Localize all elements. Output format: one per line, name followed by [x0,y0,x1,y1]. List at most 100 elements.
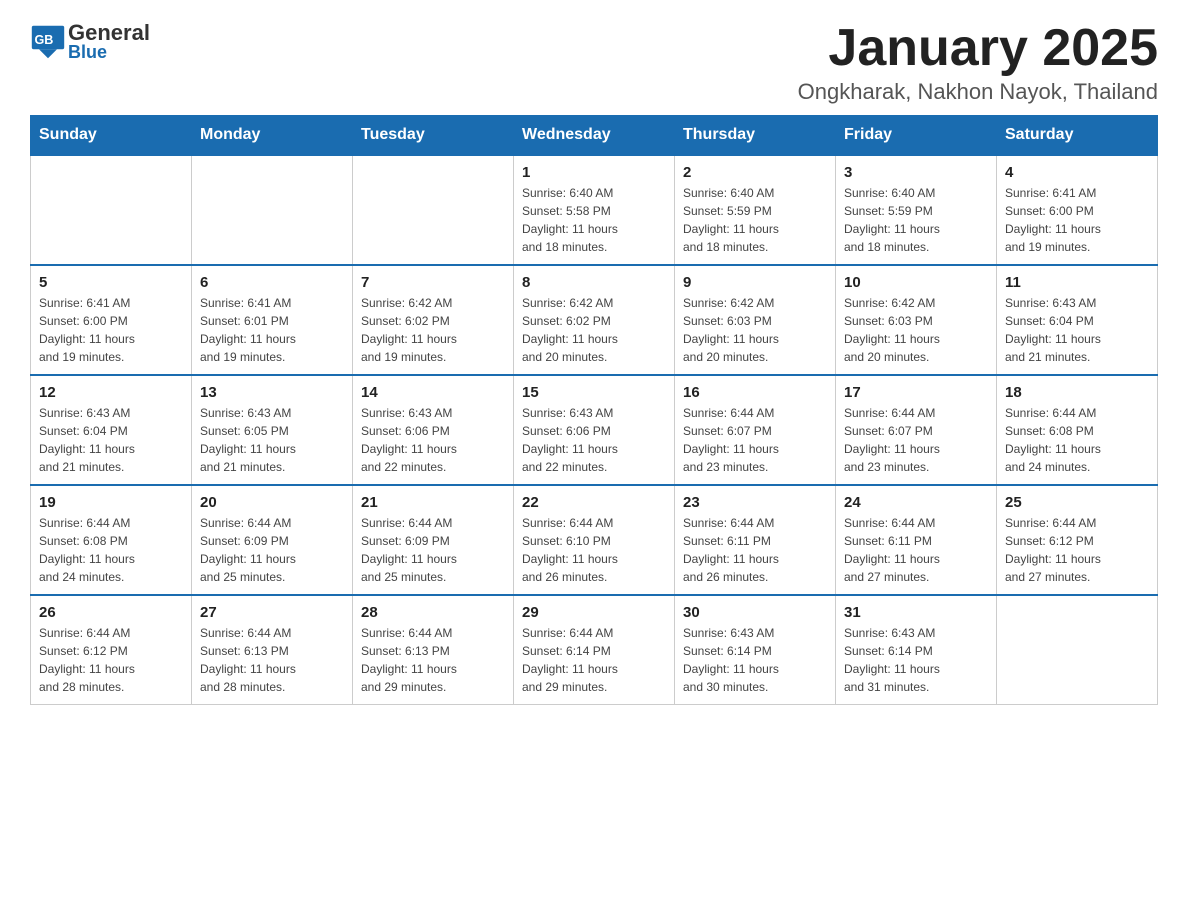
day-info: Sunrise: 6:44 AMSunset: 6:13 PMDaylight:… [361,624,505,696]
day-number: 10 [844,274,988,291]
calendar-week-2: 5 Sunrise: 6:41 AMSunset: 6:00 PMDaylight… [31,265,1158,375]
calendar-week-4: 19 Sunrise: 6:44 AMSunset: 6:08 PMDayligh… [31,485,1158,595]
day-number: 11 [1005,274,1149,291]
day-number: 14 [361,384,505,401]
weekday-header-wednesday: Wednesday [514,116,675,156]
day-info: Sunrise: 6:44 AMSunset: 6:11 PMDaylight:… [844,514,988,586]
calendar-cell: 10 Sunrise: 6:42 AMSunset: 6:03 PMDayligh… [836,265,997,375]
calendar-cell: 23 Sunrise: 6:44 AMSunset: 6:11 PMDayligh… [675,485,836,595]
calendar-cell: 17 Sunrise: 6:44 AMSunset: 6:07 PMDayligh… [836,375,997,485]
calendar-cell: 14 Sunrise: 6:43 AMSunset: 6:06 PMDayligh… [353,375,514,485]
calendar-cell [31,155,192,265]
calendar-week-5: 26 Sunrise: 6:44 AMSunset: 6:12 PMDayligh… [31,595,1158,705]
day-info: Sunrise: 6:42 AMSunset: 6:03 PMDaylight:… [683,294,827,366]
calendar-cell: 13 Sunrise: 6:43 AMSunset: 6:05 PMDayligh… [192,375,353,485]
day-number: 4 [1005,164,1149,181]
day-info: Sunrise: 6:43 AMSunset: 6:04 PMDaylight:… [39,404,183,476]
calendar-week-3: 12Sunrise: 6:43 AMSunset: 6:04 PMDayligh… [31,375,1158,485]
day-number: 17 [844,384,988,401]
day-info: Sunrise: 6:43 AMSunset: 6:05 PMDaylight:… [200,404,344,476]
day-info: Sunrise: 6:44 AMSunset: 6:09 PMDaylight:… [200,514,344,586]
day-info: Sunrise: 6:43 AMSunset: 6:06 PMDaylight:… [361,404,505,476]
calendar-cell: 26 Sunrise: 6:44 AMSunset: 6:12 PMDayligh… [31,595,192,705]
calendar-cell: 6 Sunrise: 6:41 AMSunset: 6:01 PMDaylight… [192,265,353,375]
svg-text:GB: GB [35,32,54,46]
day-info: Sunrise: 6:44 AMSunset: 6:13 PMDaylight:… [200,624,344,696]
day-number: 2 [683,164,827,181]
day-info: Sunrise: 6:41 AMSunset: 6:01 PMDaylight:… [200,294,344,366]
day-info: Sunrise: 6:43 AMSunset: 6:14 PMDaylight:… [683,624,827,696]
calendar-cell: 9 Sunrise: 6:42 AMSunset: 6:03 PMDaylight… [675,265,836,375]
day-number: 25 [1005,494,1149,511]
weekday-header-saturday: Saturday [997,116,1158,156]
calendar-cell: 24Sunrise: 6:44 AMSunset: 6:11 PMDayligh… [836,485,997,595]
month-title: January 2025 [798,20,1158,77]
day-number: 3 [844,164,988,181]
day-number: 31 [844,604,988,621]
day-number: 6 [200,274,344,291]
weekday-header-tuesday: Tuesday [353,116,514,156]
calendar-cell: 3 Sunrise: 6:40 AMSunset: 5:59 PMDaylight… [836,155,997,265]
page-header: GB General Blue January 2025 Ongkharak, … [30,20,1158,105]
day-info: Sunrise: 6:40 AMSunset: 5:59 PMDaylight:… [683,184,827,256]
day-number: 21 [361,494,505,511]
calendar-cell: 8 Sunrise: 6:42 AMSunset: 6:02 PMDaylight… [514,265,675,375]
day-info: Sunrise: 6:44 AMSunset: 6:10 PMDaylight:… [522,514,666,586]
day-number: 30 [683,604,827,621]
day-number: 13 [200,384,344,401]
day-info: Sunrise: 6:41 AMSunset: 6:00 PMDaylight:… [39,294,183,366]
day-info: Sunrise: 6:44 AMSunset: 6:11 PMDaylight:… [683,514,827,586]
calendar-cell: 29 Sunrise: 6:44 AMSunset: 6:14 PMDayligh… [514,595,675,705]
day-info: Sunrise: 6:42 AMSunset: 6:02 PMDaylight:… [522,294,666,366]
calendar-cell [353,155,514,265]
day-number: 23 [683,494,827,511]
day-number: 20 [200,494,344,511]
day-info: Sunrise: 6:44 AMSunset: 6:07 PMDaylight:… [683,404,827,476]
calendar-cell: 30 Sunrise: 6:43 AMSunset: 6:14 PMDayligh… [675,595,836,705]
day-number: 9 [683,274,827,291]
calendar-week-1: 1 Sunrise: 6:40 AMSunset: 5:58 PMDaylight… [31,155,1158,265]
day-number: 19 [39,494,183,511]
calendar-cell: 7Sunrise: 6:42 AMSunset: 6:02 PMDaylight… [353,265,514,375]
location-title: Ongkharak, Nakhon Nayok, Thailand [798,79,1158,105]
calendar-cell: 28 Sunrise: 6:44 AMSunset: 6:13 PMDayligh… [353,595,514,705]
calendar-cell: 15Sunrise: 6:43 AMSunset: 6:06 PMDayligh… [514,375,675,485]
day-info: Sunrise: 6:44 AMSunset: 6:08 PMDaylight:… [39,514,183,586]
calendar-cell: 4 Sunrise: 6:41 AMSunset: 6:00 PMDaylight… [997,155,1158,265]
day-info: Sunrise: 6:44 AMSunset: 6:09 PMDaylight:… [361,514,505,586]
day-info: Sunrise: 6:44 AMSunset: 6:08 PMDaylight:… [1005,404,1149,476]
day-info: Sunrise: 6:44 AMSunset: 6:07 PMDaylight:… [844,404,988,476]
day-number: 29 [522,604,666,621]
weekday-header-row: SundayMondayTuesdayWednesdayThursdayFrid… [31,116,1158,156]
day-info: Sunrise: 6:44 AMSunset: 6:14 PMDaylight:… [522,624,666,696]
logo: GB General Blue [30,20,150,63]
calendar-cell: 20 Sunrise: 6:44 AMSunset: 6:09 PMDayligh… [192,485,353,595]
day-number: 15 [522,384,666,401]
day-info: Sunrise: 6:41 AMSunset: 6:00 PMDaylight:… [1005,184,1149,256]
day-info: Sunrise: 6:44 AMSunset: 6:12 PMDaylight:… [39,624,183,696]
weekday-header-sunday: Sunday [31,116,192,156]
calendar-cell: 11Sunrise: 6:43 AMSunset: 6:04 PMDayligh… [997,265,1158,375]
weekday-header-monday: Monday [192,116,353,156]
calendar-cell [997,595,1158,705]
title-block: January 2025 Ongkharak, Nakhon Nayok, Th… [798,20,1158,105]
calendar-cell: 25Sunrise: 6:44 AMSunset: 6:12 PMDayligh… [997,485,1158,595]
calendar-cell: 27Sunrise: 6:44 AMSunset: 6:13 PMDayligh… [192,595,353,705]
calendar-table: SundayMondayTuesdayWednesdayThursdayFrid… [30,115,1158,705]
day-number: 28 [361,604,505,621]
day-number: 1 [522,164,666,181]
day-number: 18 [1005,384,1149,401]
day-info: Sunrise: 6:40 AMSunset: 5:58 PMDaylight:… [522,184,666,256]
day-info: Sunrise: 6:42 AMSunset: 6:03 PMDaylight:… [844,294,988,366]
calendar-cell: 18 Sunrise: 6:44 AMSunset: 6:08 PMDayligh… [997,375,1158,485]
calendar-cell: 22 Sunrise: 6:44 AMSunset: 6:10 PMDayligh… [514,485,675,595]
weekday-header-friday: Friday [836,116,997,156]
weekday-header-thursday: Thursday [675,116,836,156]
day-info: Sunrise: 6:40 AMSunset: 5:59 PMDaylight:… [844,184,988,256]
day-number: 22 [522,494,666,511]
day-number: 26 [39,604,183,621]
day-info: Sunrise: 6:43 AMSunset: 6:14 PMDaylight:… [844,624,988,696]
day-number: 5 [39,274,183,291]
calendar-cell: 5 Sunrise: 6:41 AMSunset: 6:00 PMDaylight… [31,265,192,375]
day-number: 8 [522,274,666,291]
